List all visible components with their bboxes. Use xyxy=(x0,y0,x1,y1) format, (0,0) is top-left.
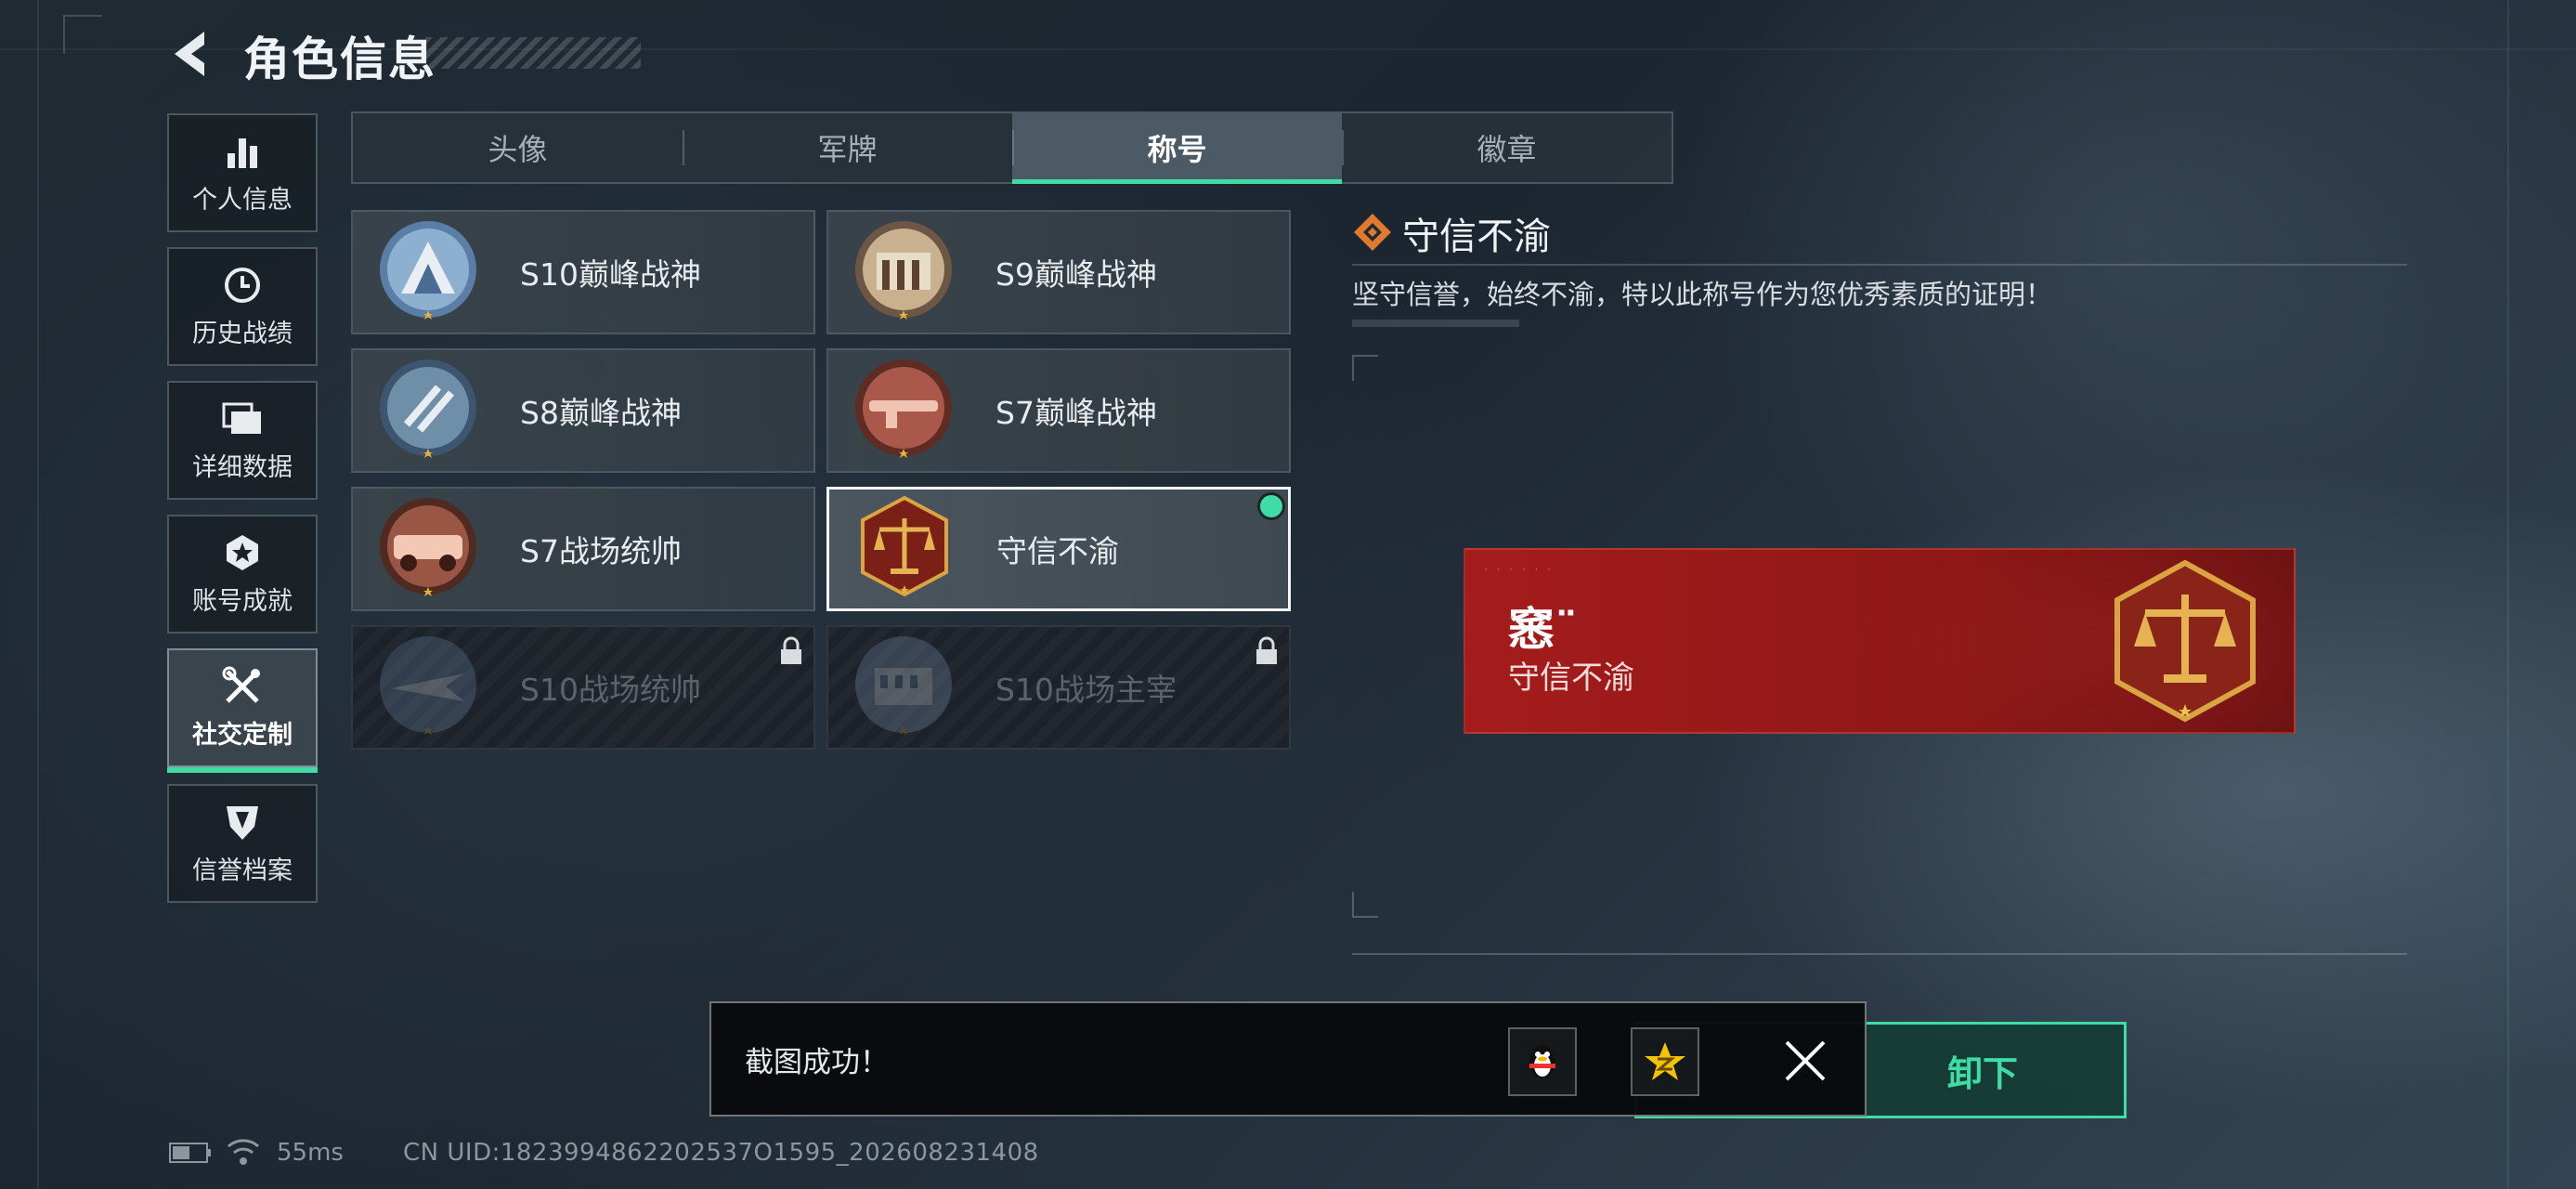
lock-icon xyxy=(781,636,801,664)
shield-emblem-icon xyxy=(222,802,263,843)
sidebar-item-label: 历史战绩 xyxy=(192,319,293,348)
unequip-label: 卸下 xyxy=(1946,1052,2018,1094)
lock-icon xyxy=(1256,636,1277,664)
wrench-tools-icon xyxy=(222,666,263,707)
title-card-s10-dominator[interactable]: S10战场主宰 xyxy=(826,625,1291,750)
tab-title[interactable]: 称号 xyxy=(1012,113,1342,184)
clock-history-icon xyxy=(222,265,263,306)
title-card-s10-commander[interactable]: S10战场统帅 xyxy=(351,625,815,750)
title-card-label: S10巅峰战神 xyxy=(520,256,701,293)
achievement-star-icon xyxy=(222,532,263,573)
back-arrow-icon xyxy=(175,32,204,76)
copper-rifle-medal-icon xyxy=(855,359,952,458)
frame-corner xyxy=(1352,355,1378,381)
sidebar-item-achievements[interactable]: 账号成就 xyxy=(167,515,318,634)
page-title: 角色信息 xyxy=(243,33,436,86)
banner-player-name: 窸¨ xyxy=(1508,603,1578,657)
wifi-icon xyxy=(228,1139,259,1165)
justice-scales-medal-icon xyxy=(861,495,948,597)
tab-dog-tag[interactable]: 军牌 xyxy=(683,113,1012,182)
title-card-label: S9巅峰战神 xyxy=(995,256,1157,293)
hud-corner xyxy=(63,15,102,54)
toast-message: 截图成功！ xyxy=(745,1046,889,1079)
qq-penguin-icon xyxy=(1529,1045,1555,1078)
aircraft-medal-icon xyxy=(380,636,476,735)
title-card-label: 守信不渝 xyxy=(996,533,1119,569)
banner-title: 守信不渝 xyxy=(1508,660,1634,697)
sidebar-item-personal-info[interactable]: 个人信息 xyxy=(167,113,318,232)
sidebar-item-detailed-data[interactable]: 详细数据 xyxy=(167,381,318,500)
justice-scales-medal-icon xyxy=(2114,559,2256,723)
ping-readout: 55ms xyxy=(277,1139,344,1167)
bar-chart-icon xyxy=(222,131,263,172)
detail-description: 坚守信誉，始终不渝，特以此称号作为您优秀素质的证明！ xyxy=(1352,279,2053,310)
title-card-s7-peak[interactable]: S7巅峰战神 xyxy=(826,348,1291,473)
screenshot-toast: 截图成功！ xyxy=(709,1001,1867,1117)
colosseum-medal-icon xyxy=(855,636,952,735)
title-card-label: S8巅峰战神 xyxy=(520,395,682,431)
title-banner-preview: · · · · · · 窸¨ 守信不渝 xyxy=(1464,548,2296,734)
hud-line-right xyxy=(2507,0,2509,1189)
folder-icon xyxy=(222,399,263,439)
detail-decoration xyxy=(1352,320,1519,327)
title-diamond-icon xyxy=(1354,214,1391,251)
sidebar-item-credit-record[interactable]: 信誉档案 xyxy=(167,784,318,903)
divider xyxy=(1352,953,2407,955)
battery-icon xyxy=(169,1143,211,1163)
divider xyxy=(1352,264,2407,266)
title-card-label: S7巅峰战神 xyxy=(995,395,1157,431)
title-card-s7-commander[interactable]: S7战场统帅 xyxy=(351,487,815,611)
tab-badge[interactable]: 徽章 xyxy=(1342,113,1672,182)
blue-peak-medal-icon xyxy=(380,221,476,320)
share-qzone-button[interactable] xyxy=(1631,1027,1699,1096)
blue-stripes-medal-icon xyxy=(380,359,476,458)
title-card-keep-faith[interactable]: 守信不渝 xyxy=(826,487,1291,611)
detail-title: 守信不渝 xyxy=(1402,216,1551,258)
copper-vehicle-medal-icon xyxy=(380,498,476,596)
sidebar-item-social-custom[interactable]: 社交定制 xyxy=(167,648,318,773)
sidebar-item-label: 账号成就 xyxy=(192,586,293,616)
qzone-star-icon xyxy=(1645,1042,1685,1080)
title-card-label: S10战场统帅 xyxy=(520,672,701,708)
title-card-s10-peak[interactable]: S10巅峰战神 xyxy=(351,210,815,334)
title-card-s8-peak[interactable]: S8巅峰战神 xyxy=(351,348,815,473)
equipped-indicator xyxy=(1260,495,1282,517)
frame-corner xyxy=(1352,892,1378,918)
sidebar-item-label: 信誉档案 xyxy=(192,856,293,885)
title-card-s9-peak[interactable]: S9巅峰战神 xyxy=(826,210,1291,334)
sidebar-item-label: 详细数据 xyxy=(192,452,293,482)
banner-decoration: · · · · · · xyxy=(1484,563,1554,576)
back-button[interactable] xyxy=(167,26,215,82)
bronze-fortress-medal-icon xyxy=(855,221,952,320)
sidebar-item-match-history[interactable]: 历史战绩 xyxy=(167,247,318,366)
user-uid: CN UID:1823994862202537O1595_20260823140… xyxy=(403,1139,1039,1167)
tab-bar: 头像 军牌 称号 徽章 xyxy=(351,111,1673,184)
title-card-label: S7战场统帅 xyxy=(520,533,682,569)
close-icon[interactable] xyxy=(1779,1035,1831,1087)
sidebar-item-label: 个人信息 xyxy=(192,185,293,215)
title-decoration xyxy=(425,37,641,69)
tab-avatar[interactable]: 头像 xyxy=(353,113,683,182)
hud-line-left xyxy=(37,0,39,1189)
title-card-label: S10战场主宰 xyxy=(995,672,1177,708)
share-qq-button[interactable] xyxy=(1508,1027,1577,1096)
sidebar-item-label: 社交定制 xyxy=(192,720,293,750)
